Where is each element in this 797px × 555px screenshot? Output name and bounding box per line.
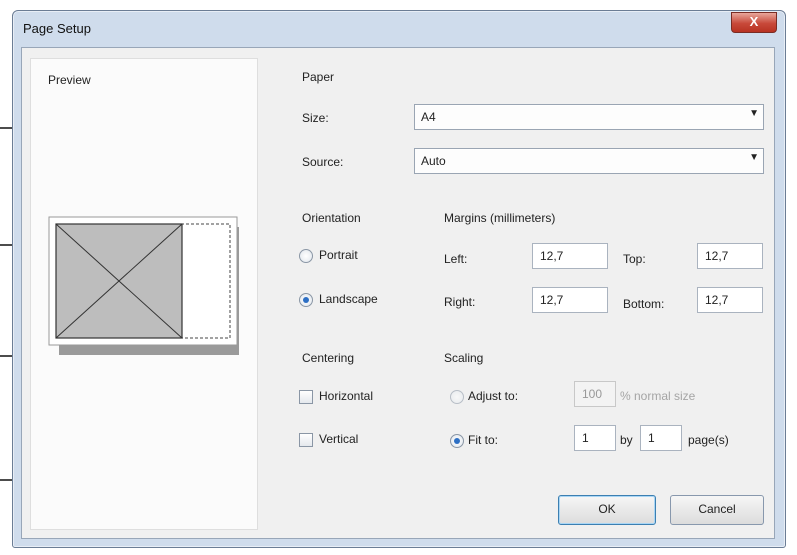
orientation-heading: Orientation <box>302 211 361 225</box>
cancel-button[interactable]: Cancel <box>670 495 764 525</box>
margins-heading: Margins (millimeters) <box>444 211 556 225</box>
ok-button[interactable]: OK <box>558 495 656 525</box>
top-margin-label: Top: <box>623 252 646 266</box>
adjust-to-input[interactable]: 100 <box>574 381 616 407</box>
fit-to-wide-value: 1 <box>582 431 589 445</box>
landscape-label[interactable]: Landscape <box>319 292 378 306</box>
bottom-margin-input[interactable]: 12,7 <box>697 287 763 313</box>
fit-to-label[interactable]: Fit to: <box>468 433 498 447</box>
dialog-title: Page Setup <box>23 21 91 36</box>
dropdown-arrow-icon: ▼ <box>749 108 759 119</box>
dropdown-arrow-icon: ▼ <box>749 152 759 163</box>
vertical-label[interactable]: Vertical <box>319 432 358 446</box>
preview-label: Preview <box>48 73 91 87</box>
preview-panel: Preview <box>30 58 258 530</box>
landscape-radio[interactable] <box>299 293 313 307</box>
page-setup-dialog: Page Setup X Preview Paper Size: A4 ▼ So… <box>12 10 786 548</box>
size-label: Size: <box>302 111 329 125</box>
title-bar[interactable]: Page Setup X <box>13 11 785 47</box>
portrait-radio[interactable] <box>299 249 313 263</box>
fit-to-tall-input[interactable]: 1 <box>640 425 682 451</box>
close-button[interactable]: X <box>731 12 777 33</box>
page-preview-image <box>48 216 239 355</box>
top-margin-value: 12,7 <box>705 249 729 263</box>
bottom-margin-value: 12,7 <box>705 293 729 307</box>
source-label: Source: <box>302 155 344 169</box>
top-margin-input[interactable]: 12,7 <box>697 243 763 269</box>
dialog-client-area: Preview Paper Size: A4 ▼ Source: Auto ▼ … <box>21 47 775 539</box>
size-value: A4 <box>421 110 436 124</box>
right-margin-input[interactable]: 12,7 <box>532 287 608 313</box>
fit-to-radio[interactable] <box>450 434 464 448</box>
adjust-to-radio[interactable] <box>450 390 464 404</box>
size-select[interactable]: A4 ▼ <box>414 104 764 130</box>
fit-to-wide-input[interactable]: 1 <box>574 425 616 451</box>
pages-label: page(s) <box>688 433 729 447</box>
bottom-margin-label: Bottom: <box>623 297 665 311</box>
right-margin-value: 12,7 <box>540 293 564 307</box>
paper-heading: Paper <box>302 70 335 84</box>
source-value: Auto <box>421 154 446 168</box>
right-margin-label: Right: <box>444 295 476 309</box>
source-select[interactable]: Auto ▼ <box>414 148 764 174</box>
centering-heading: Centering <box>302 351 355 365</box>
vertical-checkbox[interactable] <box>299 433 313 447</box>
portrait-label[interactable]: Portrait <box>319 248 358 262</box>
normal-size-label: % normal size <box>620 389 696 403</box>
by-label: by <box>620 433 633 447</box>
close-icon: X <box>749 14 759 29</box>
adjust-to-value: 100 <box>582 387 603 401</box>
adjust-to-label[interactable]: Adjust to: <box>468 389 518 403</box>
horizontal-checkbox[interactable] <box>299 390 313 404</box>
left-margin-input[interactable]: 12,7 <box>532 243 608 269</box>
horizontal-label[interactable]: Horizontal <box>319 389 373 403</box>
fit-to-tall-value: 1 <box>648 431 655 445</box>
left-margin-value: 12,7 <box>540 249 564 263</box>
scaling-heading: Scaling <box>444 351 484 365</box>
left-margin-label: Left: <box>444 252 468 266</box>
